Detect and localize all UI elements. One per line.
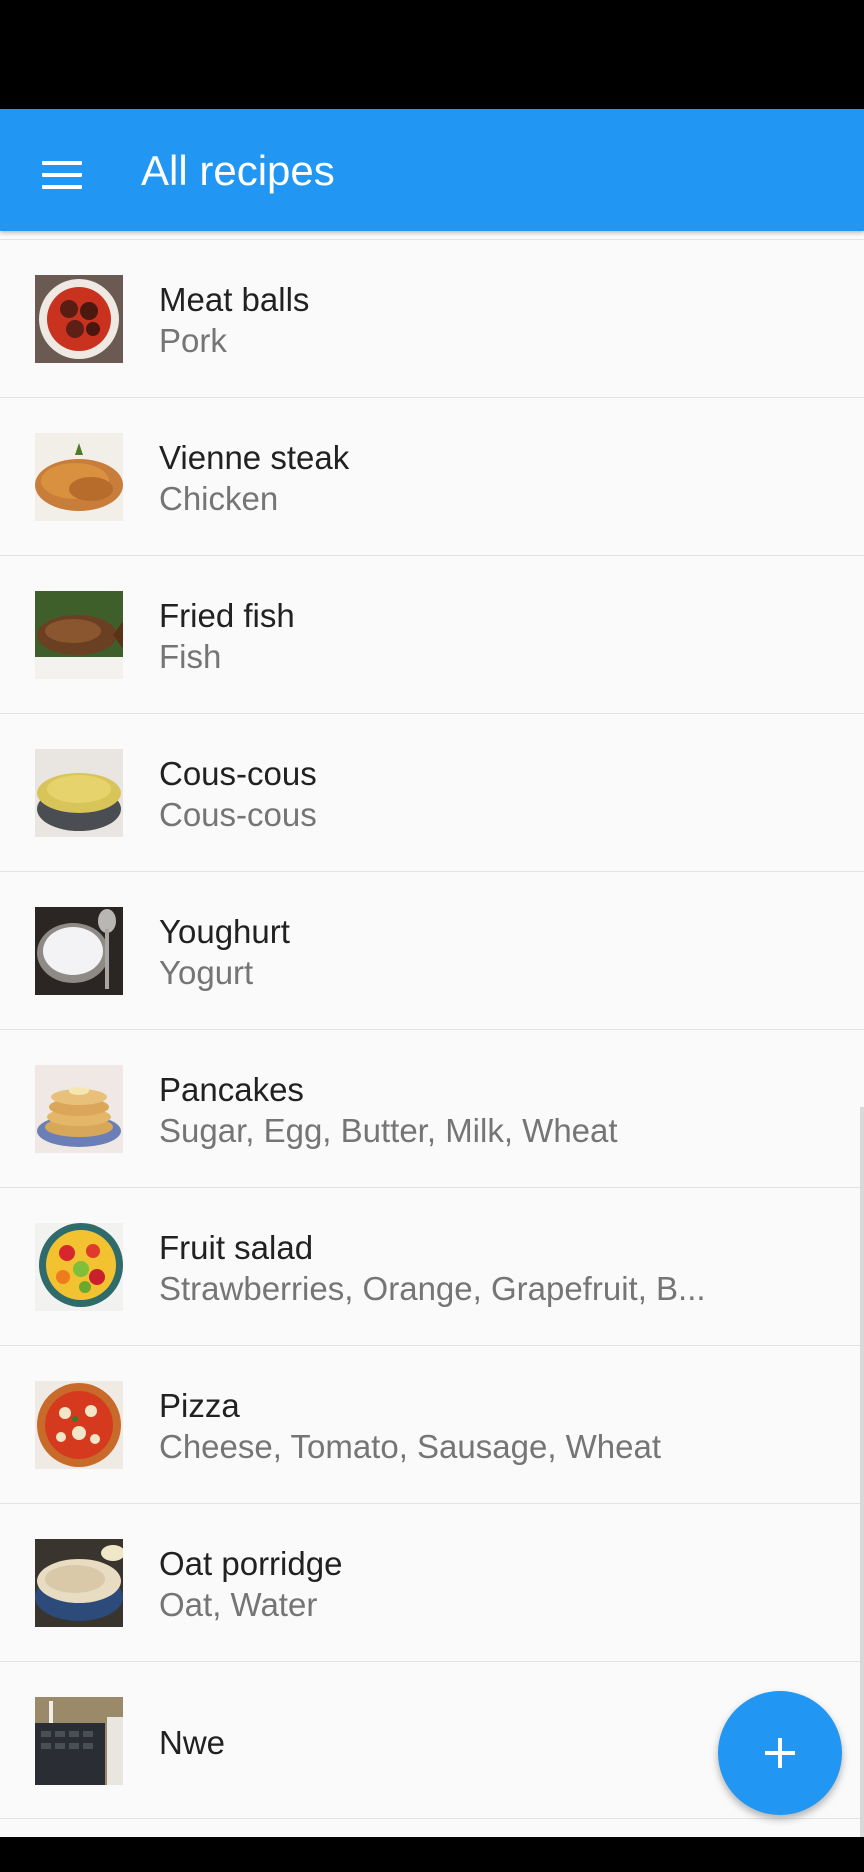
vienne-steak-thumbnail	[35, 433, 123, 521]
recipe-list: Meat balls Pork Vienne steak Chicken Fri…	[0, 239, 864, 1819]
nwe-thumbnail	[35, 1697, 123, 1785]
recipe-list-container[interactable]: Meat balls Pork Vienne steak Chicken Fri…	[0, 231, 864, 1837]
pizza-thumbnail	[35, 1381, 123, 1469]
recipe-title: Fruit salad	[159, 1229, 314, 1266]
status-bar	[0, 0, 864, 109]
recipe-item[interactable]: Fried fish Fish	[0, 555, 864, 713]
recipe-ingredients: Pork	[159, 322, 227, 359]
recipe-item[interactable]: Pancakes Sugar, Egg, Butter, Milk, Wheat	[0, 1029, 864, 1187]
fruit-salad-thumbnail	[35, 1223, 123, 1311]
meat-balls-thumbnail	[35, 275, 123, 363]
recipe-title: Pancakes	[159, 1071, 304, 1108]
recipe-ingredients: Cous-cous	[159, 796, 317, 833]
recipe-item[interactable]: Fruit salad Strawberries, Orange, Grapef…	[0, 1187, 864, 1345]
pancakes-thumbnail	[35, 1065, 123, 1153]
recipe-item[interactable]: Cous-cous Cous-cous	[0, 713, 864, 871]
recipe-title: Cous-cous	[159, 755, 317, 792]
recipe-ingredients: Fish	[159, 638, 222, 675]
recipe-title: Nwe	[159, 1724, 226, 1761]
recipe-ingredients: Cheese, Tomato, Sausage, Wheat	[159, 1428, 662, 1465]
recipe-title: Oat porridge	[159, 1545, 343, 1582]
recipe-title: Youghurt	[159, 913, 290, 950]
cous-cous-thumbnail	[35, 749, 123, 837]
page-title: All recipes	[141, 147, 335, 194]
recipe-item[interactable]: Pizza Cheese, Tomato, Sausage, Wheat	[0, 1345, 864, 1503]
recipe-ingredients: Strawberries, Orange, Grapefruit, B...	[159, 1270, 706, 1307]
recipe-ingredients: Sugar, Egg, Butter, Milk, Wheat	[159, 1112, 618, 1149]
recipe-ingredients: Yogurt	[159, 954, 254, 991]
recipe-title: Pizza	[159, 1387, 240, 1424]
scrollbar[interactable]	[860, 1107, 864, 1837]
recipe-title: Vienne steak	[159, 439, 350, 476]
youghurt-thumbnail	[35, 907, 123, 995]
recipe-item[interactable]: Oat porridge Oat, Water	[0, 1503, 864, 1661]
recipe-ingredients: Oat, Water	[159, 1586, 318, 1623]
oat-porridge-thumbnail	[35, 1539, 123, 1627]
recipe-item[interactable]: Youghurt Yogurt	[0, 871, 864, 1029]
add-recipe-button[interactable]	[718, 1691, 842, 1815]
app-bar: All recipes	[0, 109, 864, 231]
recipe-title: Fried fish	[159, 597, 295, 634]
recipe-ingredients: Chicken	[159, 480, 279, 517]
fried-fish-thumbnail	[35, 591, 123, 679]
navigation-bar	[0, 1837, 864, 1872]
recipe-title: Meat balls	[159, 281, 310, 318]
menu-icon[interactable]	[42, 161, 82, 189]
recipe-item[interactable]: Vienne steak Chicken	[0, 397, 864, 555]
recipe-item[interactable]: Meat balls Pork	[0, 239, 864, 397]
